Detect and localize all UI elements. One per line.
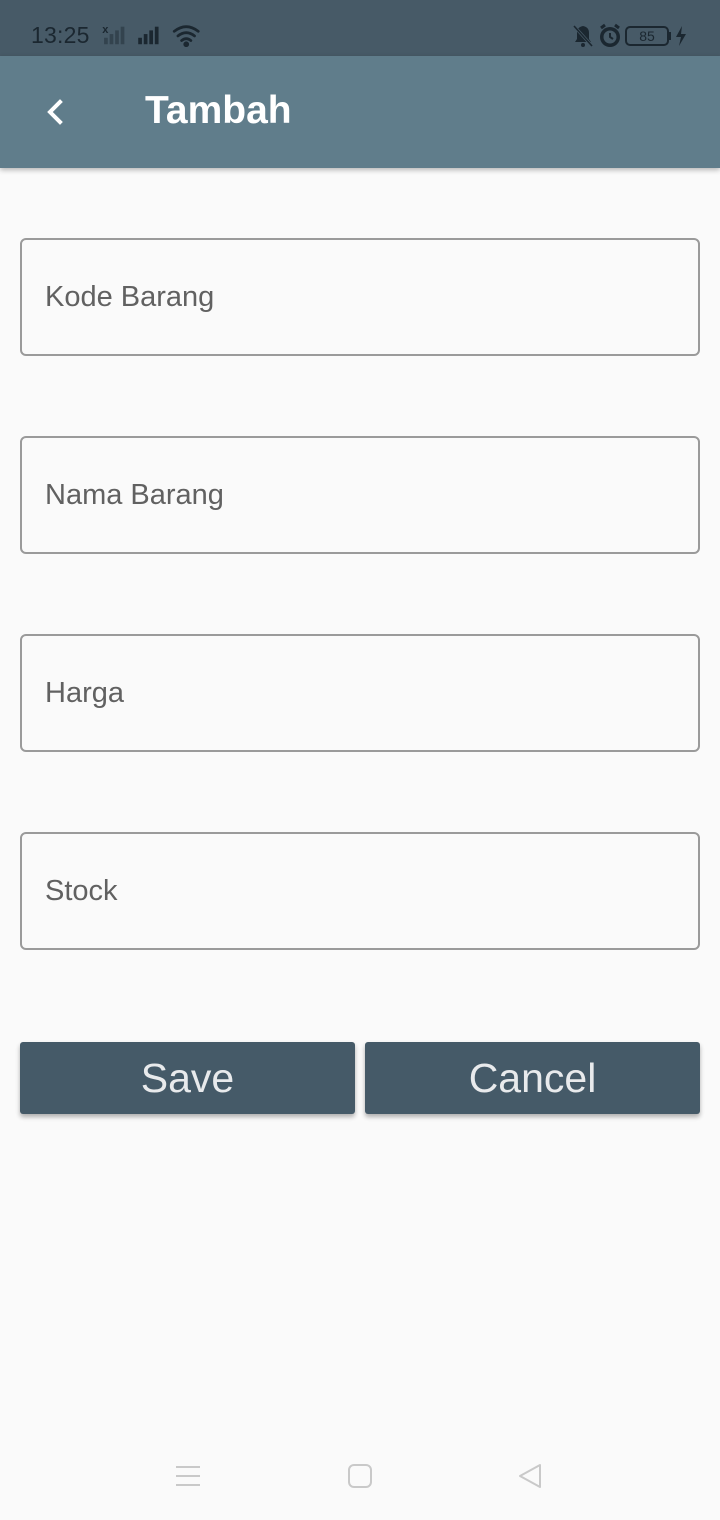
- page-title: Tambah: [145, 89, 292, 132]
- kode-barang-input[interactable]: [22, 240, 698, 354]
- system-nav-bar: [0, 1430, 720, 1520]
- cancel-button[interactable]: Cancel: [365, 1042, 700, 1114]
- signal-x-icon: x: [102, 24, 125, 45]
- save-button[interactable]: Save: [20, 1042, 355, 1114]
- charging-icon: [676, 26, 686, 46]
- status-bar: 13:25 x 85: [0, 0, 720, 56]
- battery-icon: 85: [625, 26, 671, 46]
- chevron-left-icon: [47, 99, 63, 125]
- svg-text:x: x: [102, 24, 109, 36]
- nama-barang-input[interactable]: [22, 438, 698, 552]
- signal-icon: [138, 26, 159, 45]
- stock-field[interactable]: [20, 832, 700, 950]
- home-square-icon[interactable]: [346, 1462, 374, 1490]
- menu-icon[interactable]: [174, 1462, 202, 1490]
- stock-input[interactable]: [22, 834, 698, 948]
- nama-barang-field[interactable]: [20, 436, 700, 554]
- app-bar: Tambah: [0, 56, 720, 168]
- back-triangle-icon[interactable]: [516, 1462, 544, 1490]
- status-left-icons: x: [102, 24, 200, 47]
- harga-field[interactable]: [20, 634, 700, 752]
- back-button[interactable]: [26, 82, 86, 142]
- alarm-icon: [600, 23, 620, 47]
- status-right-icons: 85: [572, 23, 686, 48]
- harga-input[interactable]: [22, 636, 698, 750]
- battery-level: 85: [639, 28, 655, 44]
- status-time: 13:25: [31, 22, 90, 48]
- kode-barang-field[interactable]: [20, 238, 700, 356]
- wifi-icon: [172, 25, 200, 47]
- bell-off-icon: [572, 24, 594, 48]
